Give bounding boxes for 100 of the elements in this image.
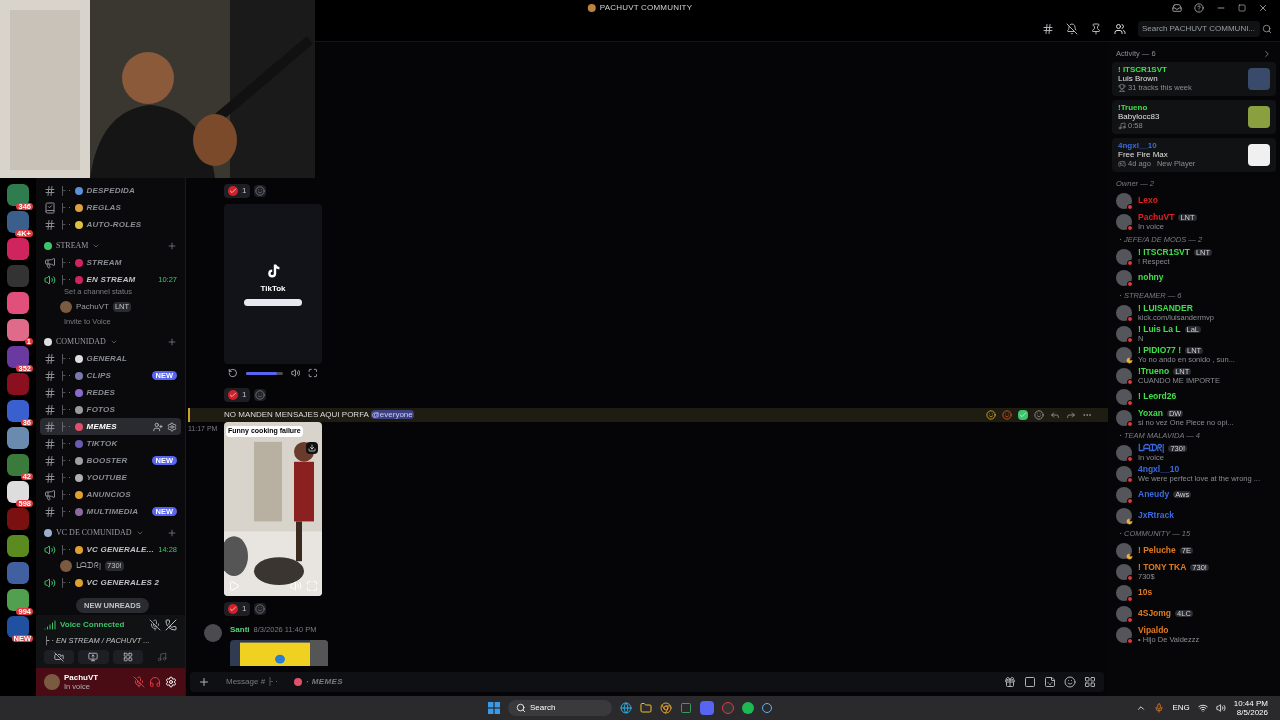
headphones-icon[interactable] [149,676,161,688]
reply-icon[interactable] [1050,410,1060,420]
volume-icon[interactable] [290,368,301,378]
member-name[interactable]: ! LUISANDER [1138,304,1193,313]
add-icon[interactable] [167,240,177,251]
mention[interactable]: @everyone [370,410,414,419]
avatar[interactable] [1116,346,1132,363]
maximize-icon[interactable] [1238,4,1246,12]
member-name[interactable]: ! ITSCR1SVT [1138,248,1190,257]
folder-icon[interactable] [640,702,652,714]
help-icon[interactable] [1194,3,1204,13]
member-name[interactable]: Aneudy [1138,490,1170,499]
add-reaction-icon[interactable] [1034,410,1044,420]
member-name[interactable]: Yoxan [1138,409,1163,418]
add-icon[interactable] [167,336,177,347]
add-icon[interactable] [167,527,177,538]
channel-item[interactable]: ├ · REDES [40,384,181,401]
clock-time[interactable]: 10:44 PM [1233,699,1268,708]
sticker-icon[interactable] [1044,676,1056,688]
member-name[interactable]: ! Peluche [1138,546,1176,555]
app-icon[interactable] [722,702,734,714]
gift-icon[interactable] [1004,676,1016,688]
emoji-icon[interactable] [986,410,996,420]
network-icon[interactable] [1197,703,1208,713]
member-name[interactable]: !Trueno [1138,367,1170,376]
member-name[interactable]: 4ngxl__10 [1138,465,1180,474]
member-name[interactable]: ᒪᗩᗪᖇ| [1138,444,1165,453]
replay-icon[interactable] [228,368,238,378]
browser-icon[interactable] [620,702,632,714]
channel-item[interactable]: ├ · AUTO-ROLES [40,216,181,233]
mute-icon[interactable] [1066,22,1078,35]
check-icon[interactable] [1018,410,1028,420]
close-icon[interactable] [1258,3,1268,13]
server-icon[interactable] [7,427,29,449]
member-name[interactable]: ! PIDIO77 ! [1138,346,1181,355]
channel-item[interactable]: ├ · FOTOS [40,401,181,418]
member-name[interactable]: ! TONY TKA [1138,563,1187,572]
mic-icon[interactable] [1154,703,1165,713]
download-icon[interactable] [306,442,318,454]
add-reaction-icon[interactable] [254,389,267,401]
channel-item[interactable]: ├ · DESPEDIDA [40,182,181,199]
avatar[interactable] [1116,542,1132,559]
reaction[interactable]: 1 [224,388,251,402]
search-icon[interactable] [1262,23,1272,34]
category-title[interactable]: COMUNIDAD [56,335,106,348]
channel-item[interactable]: ├ · GENERAL [40,350,181,367]
settings-icon[interactable] [167,421,177,432]
volume-icon[interactable] [1215,703,1226,713]
forward-icon[interactable] [1066,410,1076,420]
taskbar-search[interactable]: Search [508,700,612,716]
channel-item[interactable]: ├ · ANUNCIOS [40,486,181,503]
camera-button[interactable] [44,650,75,664]
channel-item[interactable]: ├ · REGLAS [40,199,181,216]
add-reaction-icon[interactable] [254,603,267,615]
screen-share-button[interactable] [78,650,109,664]
channel-item[interactable]: ├ · VC GENERALES 2 [40,574,181,591]
server-icon[interactable] [7,292,29,314]
server-icon[interactable] [7,562,29,584]
author-name[interactable]: Santi [230,624,250,636]
start-icon[interactable] [488,702,500,714]
language[interactable]: ENG [1172,702,1190,714]
reaction[interactable]: 1 [224,602,251,616]
app-icon[interactable] [680,702,692,714]
channel-item[interactable]: ├ · MEMES [40,418,181,435]
add-reaction-icon[interactable] [254,185,267,197]
voice-user-name[interactable]: ᒪᗩᗪᖇ| [76,560,102,572]
chrome-icon[interactable] [660,702,672,714]
emoji-icon[interactable] [1002,410,1012,420]
pin-icon[interactable] [1090,22,1102,35]
member-name[interactable]: ! Leord26 [1138,392,1177,401]
activities-button[interactable] [112,650,143,664]
member-name[interactable]: ! Luis La L [1138,325,1181,334]
search-field[interactable]: Search PACHUVT COMMUNI... [1138,20,1260,37]
disconnect-icon[interactable] [165,618,177,631]
emoji-icon[interactable] [1064,676,1076,688]
apps-icon[interactable] [1084,676,1096,688]
category-title[interactable]: STREAM [56,239,89,252]
member-name[interactable]: 4SJomg [1138,609,1172,618]
clock-date[interactable]: 8/5/2026 [1236,708,1268,717]
volume-icon[interactable] [290,580,302,592]
member-name[interactable]: JxRtrack [1138,511,1174,520]
voice-user-name[interactable]: PachuVT [76,301,109,313]
message-field[interactable]: Message # ├ · [226,676,290,688]
inbox-icon[interactable] [1172,3,1182,13]
member-name[interactable]: Vipaldo [1138,626,1169,635]
server-icon[interactable] [7,535,29,557]
members-icon[interactable] [1114,22,1126,35]
reaction[interactable]: 1 [224,184,251,198]
member-name[interactable]: 10s [1138,588,1153,597]
channel-item[interactable]: ├ · TIKTOK [40,435,181,452]
invite-icon[interactable] [153,421,163,432]
chevron-icon[interactable] [1262,49,1272,59]
member-name[interactable]: Lexo [1138,196,1158,205]
fullscreen-icon[interactable] [308,368,318,378]
category-title[interactable]: VC DE COMUNIDAD [56,526,132,539]
open-app-button[interactable] [244,298,302,306]
add-icon[interactable] [198,676,210,688]
avatar[interactable] [1116,507,1132,524]
member-name[interactable]: PachuVT [1138,213,1175,222]
channel-item[interactable]: ├ · STREAM [40,254,181,271]
